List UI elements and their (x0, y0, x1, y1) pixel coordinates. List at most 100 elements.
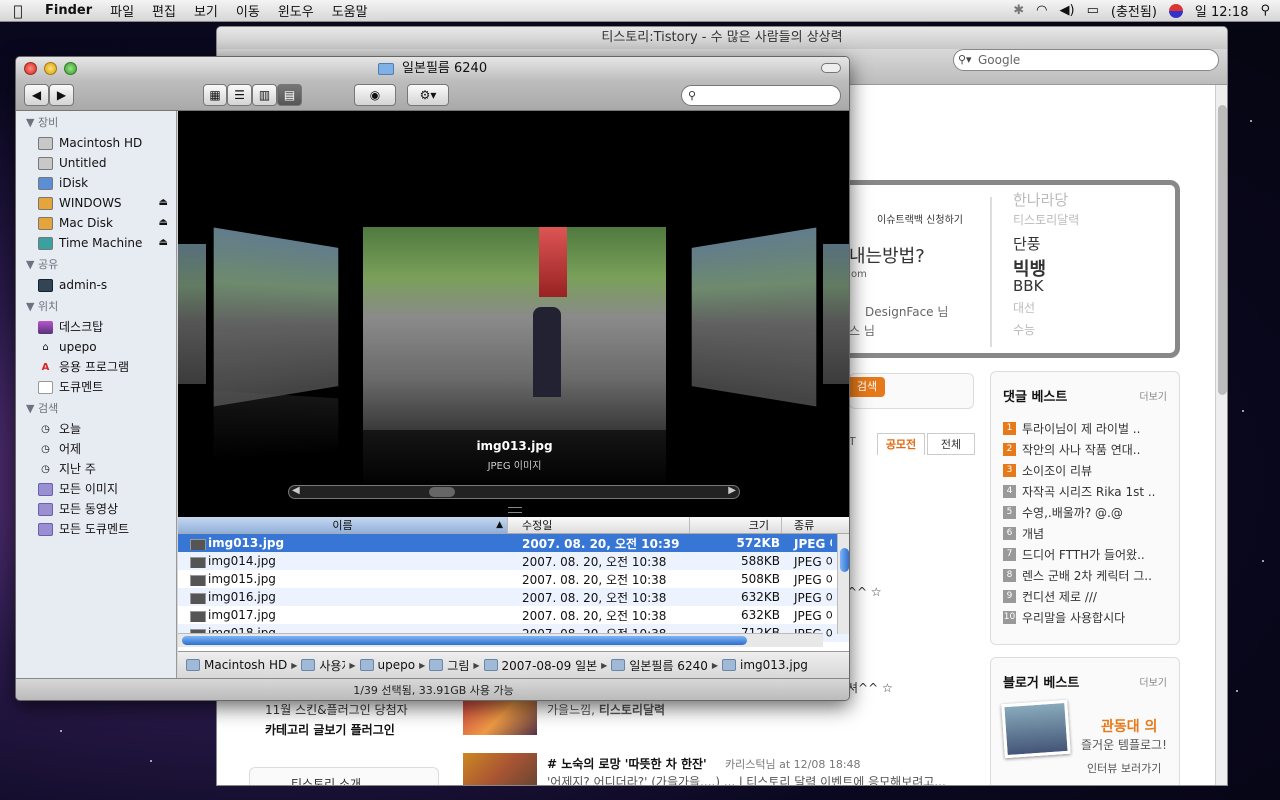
column-view-button[interactable]: ▥ (252, 84, 277, 106)
sidebar-item-admin-s[interactable]: admin-s (16, 275, 176, 295)
sidebar-section-places[interactable]: ▼ 위치 (16, 297, 176, 317)
thumb-image-2[interactable] (463, 753, 537, 785)
file-row[interactable]: img017.jpg 2007. 08. 20, 오전 10:38 632KB JPE… (178, 606, 849, 624)
tab-contest[interactable]: 공모전 (877, 433, 925, 455)
quicklook-button[interactable]: ◉ (354, 84, 396, 106)
battery-icon[interactable]: ▭ (1087, 3, 1099, 18)
icon-view-button[interactable]: ▦ (203, 84, 227, 106)
scroll-left-icon[interactable]: ◀ (292, 485, 300, 496)
sidebar-item-device[interactable]: WINDOWS ⏏ (16, 193, 176, 213)
sidebar-section-devices[interactable]: ▼ 장비 (16, 113, 176, 133)
eject-icon[interactable]: ⏏ (159, 233, 168, 253)
post-author[interactable]: 카리스턱님 (725, 758, 776, 771)
input-flag-icon[interactable] (1168, 3, 1183, 18)
coverflow-view-button[interactable]: ▤ (277, 84, 302, 106)
comment-best-more[interactable]: 더보기 (1139, 388, 1167, 403)
path-segment[interactable]: 2007-08-09 일본 (483, 657, 597, 674)
sidebar-item-search[interactable]: 모든 동영상 (16, 499, 176, 519)
sidebar-item-search[interactable]: 모든 도큐멘트 (16, 519, 176, 539)
comment-best-item[interactable]: 2 작안의 사나 작품 연대.. (1003, 439, 1155, 460)
path-segment[interactable]: img013.jpg (722, 658, 808, 672)
resize-grip[interactable] (508, 507, 522, 513)
bluetooth-icon[interactable]: ✱ (1013, 3, 1024, 18)
comment-best-item[interactable]: 8 렌스 군배 2차 케릭터 그.. (1003, 565, 1155, 586)
menu-file[interactable]: 파일 (101, 1, 143, 20)
cover-flow-scrollbar[interactable]: ◀ ▶ (288, 485, 740, 499)
comment-best-item[interactable]: 1 투라이님이 제 라이벌 .. (1003, 418, 1155, 439)
path-segment[interactable]: 그림 (429, 657, 469, 674)
cover-right-2[interactable] (823, 244, 849, 384)
comment-best-item[interactable]: 9 컨디션 제로 /// (1003, 586, 1155, 607)
interview-link[interactable]: 인터뷰 보러가기 (1087, 760, 1161, 776)
comment-best-item[interactable]: 4 자작곡 시리즈 Rika 1st .. (1003, 481, 1155, 502)
cover-current[interactable] (363, 227, 666, 430)
column-name[interactable]: 이름 ▲ (178, 517, 508, 533)
tag-author[interactable]: 티스토리달력 (599, 703, 665, 717)
path-segment[interactable]: 사용자 (301, 657, 345, 674)
cover-flow-view[interactable]: img013.jpg JPEG 이미지 ◀ ▶ (178, 111, 849, 517)
menu-edit[interactable]: 편집 (143, 1, 185, 20)
trackback-link[interactable]: 이슈트랙백 신청하기 (877, 211, 963, 226)
cover-left-2[interactable] (213, 227, 339, 407)
comment-best-item[interactable]: 7 드디어 FTTH가 들어왔.. (1003, 544, 1155, 565)
menu-window[interactable]: 윈도우 (269, 1, 323, 20)
path-segment[interactable]: Macintosh HD (186, 658, 287, 672)
post-title[interactable]: # 노숙의 로망 '따뜻한 차 한잔' (547, 755, 707, 772)
menu-view[interactable]: 보기 (185, 1, 227, 20)
file-list-hscroll[interactable] (178, 633, 823, 647)
battery-status[interactable]: (충전됨) (1111, 1, 1157, 20)
back-button[interactable]: ◀ (24, 84, 49, 106)
tab-all[interactable]: 전체 (927, 433, 975, 455)
file-list-vscroll[interactable] (837, 534, 849, 634)
browser-scrollbar[interactable] (1215, 85, 1227, 785)
menu-help[interactable]: 도움말 (323, 1, 377, 20)
rank-item[interactable]: 단풍 (1013, 233, 1079, 255)
sidebar-item-home[interactable]: ⌂ upepo (16, 337, 176, 357)
blogger-best-more[interactable]: 더보기 (1139, 674, 1167, 689)
column-date[interactable]: 수정일 (508, 517, 690, 533)
search-button[interactable]: 검색 (849, 377, 885, 397)
toolbar-toggle-button[interactable] (821, 63, 841, 73)
column-kind[interactable]: 종류 (782, 517, 849, 533)
byline-2[interactable]: 스 님 (849, 322, 875, 339)
cover-left-3[interactable] (178, 244, 206, 384)
path-segment[interactable]: upepo (359, 658, 415, 672)
file-row[interactable]: img013.jpg 2007. 08. 20, 오전 10:39 572KB JPE… (178, 534, 849, 552)
rank-item[interactable]: 대선 (1013, 299, 1079, 321)
blogger-photo[interactable] (1001, 699, 1071, 759)
comment-best-item[interactable]: 10 우리말을 사용합시다 (1003, 607, 1155, 628)
news-left-2[interactable]: 카테고리 글보기 플러그인 (265, 721, 395, 738)
rank-item[interactable]: 수능 (1013, 321, 1079, 343)
sidebar-item-device[interactable]: Time Machine ⏏ (16, 233, 176, 253)
column-size[interactable]: 크기 (690, 517, 782, 533)
minimize-button[interactable] (44, 62, 57, 75)
tag-label[interactable]: 가을느낌 (547, 703, 591, 717)
sidebar-item-search[interactable]: ◷ 오늘 (16, 419, 176, 439)
list-view-button[interactable]: ☰ (227, 84, 252, 106)
file-row[interactable]: img016.jpg 2007. 08. 20, 오전 10:38 632KB JPE… (178, 588, 849, 606)
menu-go[interactable]: 이동 (227, 1, 269, 20)
file-row[interactable]: img014.jpg 2007. 08. 20, 오전 10:38 588KB JPE… (178, 552, 849, 570)
sidebar-item-search[interactable]: ◷ 어제 (16, 439, 176, 459)
path-segment[interactable]: 일본필름 6240 (611, 657, 708, 674)
sidebar-item-device[interactable]: Mac Disk ⏏ (16, 213, 176, 233)
sidebar-item-applications[interactable]: A 응용 프로그램 (16, 357, 176, 377)
rank-item[interactable]: 한나라당 (1013, 189, 1079, 211)
file-row[interactable]: img015.jpg 2007. 08. 20, 오전 10:38 508KB JPE… (178, 570, 849, 588)
sidebar-section-shared[interactable]: ▼ 공유 (16, 255, 176, 275)
headline[interactable]: 내는방법? (849, 242, 925, 268)
scroll-right-icon[interactable]: ▶ (728, 485, 736, 496)
tistory-intro[interactable]: 티스토리 소개 (291, 775, 361, 785)
sidebar-section-search[interactable]: ▼ 검색 (16, 399, 176, 419)
finder-search-input[interactable]: ⚲ (681, 85, 841, 106)
thumb-image[interactable] (463, 699, 537, 735)
sidebar-item-search[interactable]: 모든 이미지 (16, 479, 176, 499)
eject-icon[interactable]: ⏏ (159, 193, 168, 213)
action-menu-button[interactable]: ⚙▾ (407, 84, 449, 106)
sidebar-item-desktop[interactable]: 데스크탑 (16, 317, 176, 337)
clock[interactable]: 일 12:18 (1195, 1, 1249, 20)
spotlight-icon[interactable]: ⚲ (1260, 3, 1270, 18)
comment-best-item[interactable]: 3 소이조이 리뷰 (1003, 460, 1155, 481)
close-button[interactable] (24, 62, 37, 75)
cover-flow-scroll-knob[interactable] (429, 487, 455, 497)
